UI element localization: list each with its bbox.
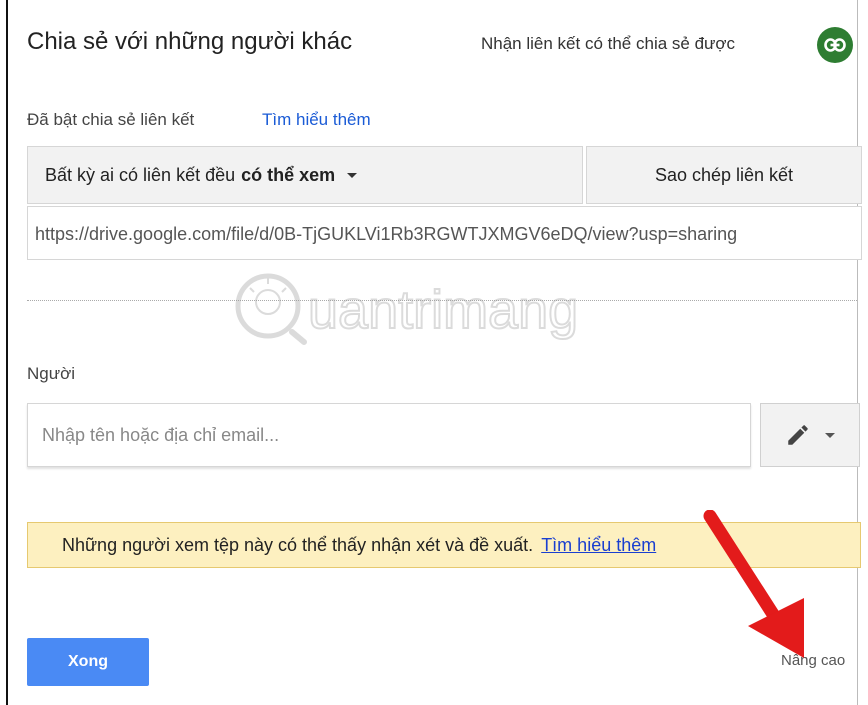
copy-link-button[interactable]: Sao chép liên kết bbox=[586, 146, 862, 204]
link-icon bbox=[824, 38, 846, 52]
link-permission-dropdown[interactable]: Bất kỳ ai có liên kết đều có thể xem bbox=[27, 146, 583, 204]
svg-text:uantrimang: uantrimang bbox=[308, 280, 578, 340]
dialog-title: Chia sẻ với những người khác bbox=[27, 28, 353, 55]
share-url-field[interactable]: https://drive.google.com/file/d/0B-TjGUK… bbox=[27, 206, 862, 260]
get-shareable-link-button[interactable] bbox=[817, 27, 853, 63]
watermark-logo: uantrimang bbox=[235, 273, 579, 345]
done-button[interactable]: Xong bbox=[27, 638, 149, 686]
permission-text: Bất kỳ ai có liên kết đều bbox=[45, 164, 236, 185]
pencil-icon bbox=[788, 425, 808, 445]
chevron-down-icon bbox=[347, 172, 358, 178]
notice-learn-more-link[interactable]: Tìm hiểu thêm bbox=[541, 535, 656, 556]
people-section-label: Người bbox=[27, 364, 76, 383]
chevron-down-icon bbox=[825, 432, 835, 438]
dialog-border-left bbox=[6, 0, 8, 705]
notice-text: Những người xem tệp này có thể thấy nhận… bbox=[62, 534, 534, 555]
people-email-input[interactable]: Nhập tên hoặc địa chỉ email... bbox=[27, 403, 751, 467]
red-arrow-annotation bbox=[703, 510, 804, 658]
learn-more-link[interactable]: Tìm hiểu thêm bbox=[262, 110, 371, 130]
link-sharing-status: Đã bật chia sẻ liên kết bbox=[27, 110, 195, 129]
edit-permission-button[interactable] bbox=[760, 403, 860, 467]
share-url-text: https://drive.google.com/file/d/0B-TjGUK… bbox=[35, 224, 738, 244]
get-shareable-link-label[interactable]: Nhận liên kết có thể chia sẻ được bbox=[481, 34, 735, 54]
dialog-border-right bbox=[857, 0, 858, 705]
permission-level: có thể xem bbox=[241, 164, 336, 185]
